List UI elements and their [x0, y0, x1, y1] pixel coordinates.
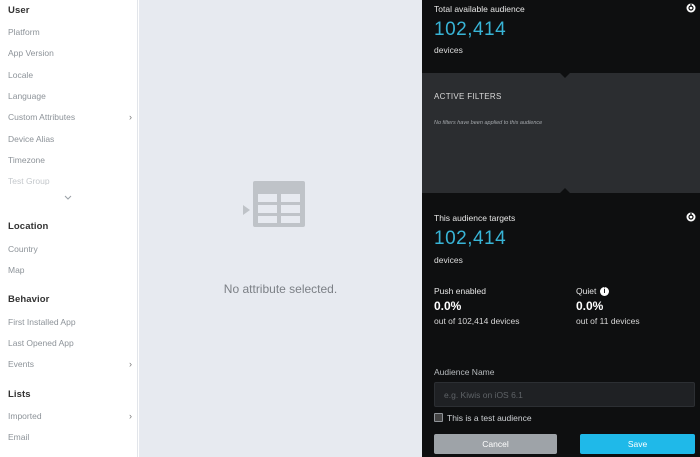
section-title-location: Location [8, 221, 49, 232]
sidebar-item-test-group[interactable]: Test Group [8, 176, 134, 185]
push-enabled-sub: out of 102,414 devices [434, 316, 520, 326]
section-title-lists: Lists [8, 389, 31, 400]
sidebar-item-locale[interactable]: Locale [8, 70, 134, 80]
total-audience-label: Total available audience [434, 4, 525, 14]
chevron-down-icon[interactable] [63, 193, 73, 203]
sidebar-item-label: Events [8, 359, 34, 369]
active-filters-section: ACTIVE FILTERS No filters have been appl… [422, 73, 700, 193]
chevron-right-icon: › [129, 411, 132, 421]
sidebar-item-map[interactable]: Map [8, 265, 134, 275]
quiet-label: Quiet [576, 286, 597, 296]
sidebar-item-last-opened-app[interactable]: Last Opened App [8, 338, 134, 348]
total-audience-section: Total available audience 102,414 devices [422, 0, 700, 73]
info-icon[interactable]: i [600, 287, 609, 296]
sidebar-item-app-version[interactable]: App Version [8, 48, 134, 58]
attribute-sidebar: User Platform App Version Locale Languag… [0, 0, 138, 457]
section-title-behavior: Behavior [8, 294, 50, 305]
quiet-sub: out of 11 devices [576, 316, 640, 326]
targets-value: 102,414 [434, 228, 507, 249]
attribute-detail-panel: No attribute selected. [139, 0, 422, 457]
section-divider-notch [560, 73, 570, 78]
audience-summary-panel: Total available audience 102,414 devices… [422, 0, 700, 457]
total-audience-unit: devices [434, 45, 463, 55]
chevron-right-icon: › [129, 359, 132, 369]
table-icon [243, 181, 305, 227]
cancel-button[interactable]: Cancel [434, 434, 557, 454]
targets-unit: devices [434, 255, 463, 265]
sidebar-item-label: Imported [8, 411, 42, 421]
audience-name-input[interactable] [434, 382, 695, 407]
section-title-user: User [8, 5, 30, 16]
chevron-right-icon: › [129, 112, 132, 122]
sidebar-item-platform[interactable]: Platform [8, 27, 134, 37]
test-audience-checkbox[interactable] [434, 413, 443, 422]
total-audience-value: 102,414 [434, 19, 507, 40]
active-filters-title: ACTIVE FILTERS [434, 92, 502, 101]
push-enabled-value: 0.0% [434, 299, 462, 313]
sidebar-item-label: Custom Attributes [8, 112, 76, 122]
sidebar-item-email[interactable]: Email [8, 432, 134, 442]
sidebar-item-custom-attributes[interactable]: Custom Attributes › [8, 112, 134, 122]
test-audience-label[interactable]: This is a test audience [447, 413, 532, 423]
sidebar-item-first-installed-app[interactable]: First Installed App [8, 317, 134, 327]
quiet-value: 0.0% [576, 299, 604, 313]
audience-name-label: Audience Name [434, 367, 495, 377]
refresh-icon[interactable] [686, 3, 696, 13]
push-enabled-label: Push enabled [434, 286, 486, 296]
targets-label: This audience targets [434, 213, 516, 223]
empty-state-message: No attribute selected. [223, 282, 338, 296]
sidebar-item-country[interactable]: Country [8, 244, 134, 254]
sidebar-item-imported[interactable]: Imported › [8, 411, 134, 421]
sidebar-item-language[interactable]: Language [8, 91, 134, 101]
refresh-icon[interactable] [686, 212, 696, 222]
sidebar-item-timezone[interactable]: Timezone [8, 155, 134, 165]
save-button[interactable]: Save [580, 434, 695, 454]
active-filters-empty: No filters have been applied to this aud… [434, 120, 543, 126]
sidebar-item-device-alias[interactable]: Device Alias [8, 134, 134, 144]
sidebar-item-events[interactable]: Events › [8, 359, 134, 369]
